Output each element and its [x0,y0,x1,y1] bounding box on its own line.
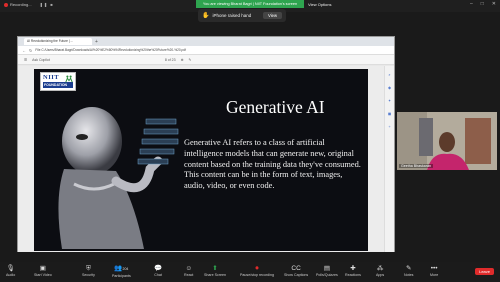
zoom-icon[interactable]: ⊕ [181,58,184,62]
more-button[interactable]: ••• More [430,264,438,277]
viewing-banner: You are viewing Bharat Bagri | NIIT Foun… [196,0,304,8]
polls-icon: ▤ [323,265,330,272]
raised-hand-icon: ✋ [202,13,210,19]
start-video-button[interactable]: ▣ Start Video [34,264,52,277]
pdf-toolbar: ☰ Ask Copilot 8 of 23 ⊕ ✎ [18,55,394,65]
view-options-button[interactable]: View Options [308,1,332,8]
participant-name: Geetha Bhaskaran [399,164,433,168]
close-icon[interactable]: ✕ [492,1,496,7]
apps-button[interactable]: ⁂ Apps [376,264,384,277]
reload-icon[interactable]: ↻ [29,48,32,53]
recording-label: Recording... [10,2,32,7]
audio-button[interactable]: 🎙 Audio [6,264,15,277]
recording-indicator[interactable]: Recording... ❚❚ ■ [4,2,54,7]
browser-sidebar: ⌕ ◆ ✦ ◼ + [384,66,394,252]
security-button[interactable]: ⛨ Security [82,264,95,277]
page-indicator[interactable]: 8 of 23 [165,58,176,62]
notes-icon: ✎ [405,265,412,272]
participants-button[interactable]: 👥204 Participants [112,264,131,278]
url-field[interactable]: File C:/Users/Bharat.Bagri/Downloads/AI%… [35,48,186,52]
browser-tab-strip: AI Revolutionizing the Future | ... + [18,37,394,46]
new-tab-icon[interactable]: + [95,39,98,45]
meeting-toolbar: 🎙 Audio ▣ Start Video ⛨ Security 👥204 Pa… [0,262,500,282]
browser-tab[interactable]: AI Revolutionizing the Future | ... [24,38,92,45]
participant-video-frame [397,112,497,170]
record-icon: ⏺ [255,265,259,272]
address-bar: ← ↻ File C:/Users/Bharat.Bagri/Downloads… [18,46,394,55]
captions-icon: CC [291,265,301,272]
microphone-icon: 🎙 [6,265,15,272]
copilot-icon[interactable]: ◆ [388,85,391,90]
slide-title: Generative AI [226,97,325,117]
pdf-viewer: NIIT FOUNDATION Generative AI Generative… [18,66,394,252]
notes-button[interactable]: ✎ Notes [404,264,413,277]
search-icon[interactable]: ⌕ [388,72,390,77]
menu-icon[interactable]: ☰ [24,58,27,62]
outlook-icon[interactable]: ◼ [388,111,391,116]
draw-icon[interactable]: ✎ [189,58,192,62]
pause-stop-icons[interactable]: ❚❚ ■ [40,2,54,7]
raised-hand-toast: ✋ iPhone raised hand View [198,9,286,22]
participant-count: 204 [122,267,129,271]
chat-button[interactable]: 💬 Chat [154,264,162,277]
add-icon[interactable]: + [388,124,390,129]
polls-quizzes-button[interactable]: ▤ Polls/Quizzes [316,264,338,277]
participant-video[interactable]: Geetha Bhaskaran [397,112,497,170]
pause-stop-recording-button[interactable]: ⏺ Pause/stop recording [240,264,274,277]
tools-icon[interactable]: ✦ [388,98,391,103]
window-controls: – □ ✕ [470,1,496,7]
reactions-button[interactable]: ✚ Reactions [345,264,361,277]
chat-icon: 💬 [154,265,163,272]
ask-copilot-button[interactable]: Ask Copilot [32,58,50,62]
back-icon[interactable]: ← [22,48,26,53]
apps-icon: ⁂ [376,265,384,272]
shared-screen-browser: AI Revolutionizing the Future | ... + ← … [17,36,395,252]
more-icon: ••• [430,265,438,272]
react-icon: ☺ [185,265,193,272]
leave-button[interactable]: Leave [475,268,494,275]
show-captions-button[interactable]: CC Show Captions [284,264,308,277]
maximize-icon[interactable]: □ [481,1,484,7]
react-button[interactable]: ☺ React [184,264,193,277]
shield-icon: ⛨ [86,265,91,272]
reactions-icon: ✚ [350,265,356,272]
participants-icon: 👥204 [114,265,129,272]
robot-illustration [58,107,179,249]
video-icon: ▣ [39,265,46,272]
share-screen-icon: ⬆ [212,265,218,272]
toast-view-button[interactable]: View [262,12,282,19]
raised-hand-message: iPhone raised hand [212,13,252,18]
minimize-icon[interactable]: – [470,1,473,7]
share-screen-button[interactable]: ⬆ Share Screen [204,264,226,277]
recording-dot-icon [4,2,8,7]
slide-body-text: Generative AI refers to a class of artif… [184,138,361,191]
presentation-slide: NIIT FOUNDATION Generative AI Generative… [34,69,368,251]
logo-figures-icon [65,75,73,83]
